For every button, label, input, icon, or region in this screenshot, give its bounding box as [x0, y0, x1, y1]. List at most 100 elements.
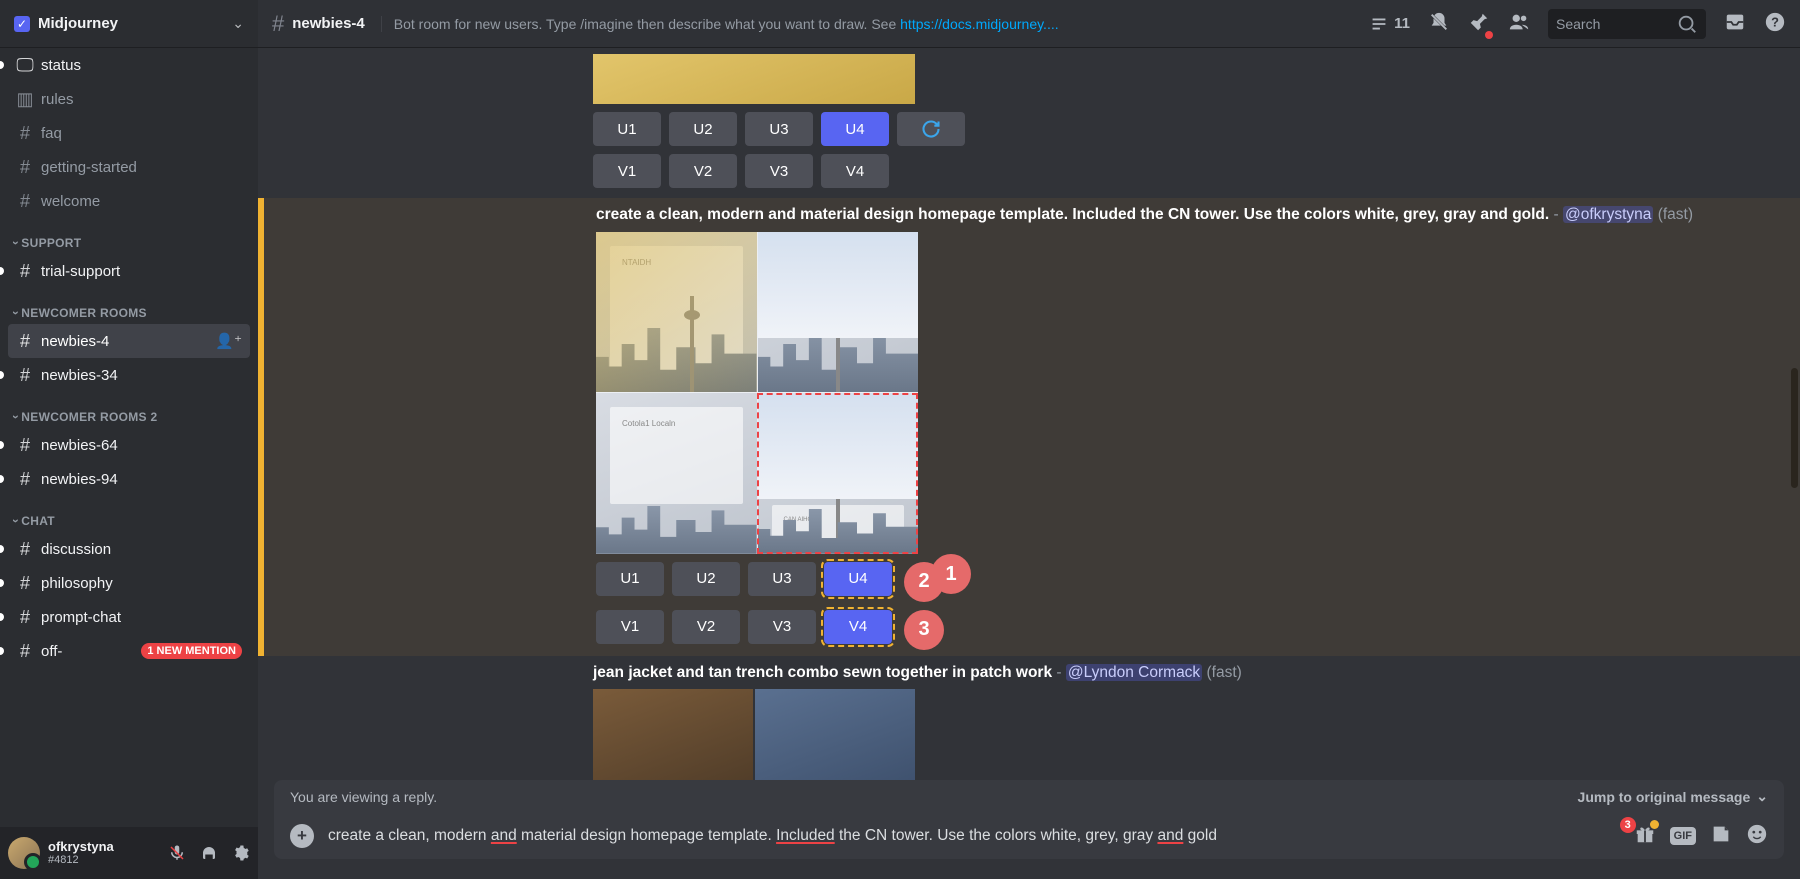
v3-button[interactable]: V3 — [745, 154, 813, 188]
pinned-messages-icon[interactable] — [1468, 11, 1490, 37]
user-meta[interactable]: ofkrystyna #4812 — [48, 840, 160, 866]
u2-button[interactable]: U2 — [672, 562, 740, 596]
avatar[interactable] — [8, 837, 40, 869]
v1-button[interactable]: V1 — [593, 154, 661, 188]
hash-icon: # — [16, 365, 34, 386]
u3-button[interactable]: U3 — [745, 112, 813, 146]
threads-button[interactable]: 11 — [1368, 13, 1410, 35]
hash-icon: # — [272, 11, 284, 37]
server-name: Midjourney — [38, 15, 232, 32]
hash-icon: # — [16, 331, 34, 352]
annotation-3: 3 — [904, 610, 944, 650]
generated-image-grid[interactable] — [593, 689, 915, 780]
docs-link[interactable]: https://docs.midjourney.... — [900, 16, 1058, 32]
message-mention: create a clean, modern and material desi… — [258, 198, 1800, 656]
u2-button[interactable]: U2 — [669, 112, 737, 146]
emoji-icon[interactable] — [1746, 823, 1768, 849]
channel-philosophy[interactable]: #philosophy — [8, 566, 250, 600]
members-icon[interactable] — [1508, 11, 1530, 37]
v1-button[interactable]: V1 — [596, 610, 664, 644]
channel-newbies-34[interactable]: #newbies-34 — [8, 358, 250, 392]
jump-to-original[interactable]: Jump to original message ⌄ — [1578, 788, 1768, 805]
channel-getting-started[interactable]: #getting-started — [8, 150, 250, 184]
channel-trial-support[interactable]: #trial-support — [8, 254, 250, 288]
hash-icon: # — [16, 607, 34, 628]
hash-icon: # — [16, 157, 34, 178]
hash-icon: # — [16, 573, 34, 594]
category-newcomer-rooms-2[interactable]: NEWCOMER ROOMS 2 — [8, 392, 250, 428]
v2-button[interactable]: V2 — [669, 154, 737, 188]
message: jean jacket and tan trench combo sewn to… — [258, 656, 1800, 780]
hash-icon: # — [16, 641, 34, 662]
reroll-button[interactable] — [897, 112, 965, 146]
user-panel: ofkrystyna #4812 — [0, 827, 258, 879]
message-input[interactable]: create a clean, modern and material desi… — [328, 827, 1620, 845]
v3-button[interactable]: V3 — [748, 610, 816, 644]
notifications-muted-icon[interactable] — [1428, 11, 1450, 37]
v4-button[interactable]: V4 — [821, 154, 889, 188]
add-attachment-button[interactable]: + — [290, 824, 314, 848]
hash-icon: # — [16, 191, 34, 212]
u1-button[interactable]: U1 — [596, 562, 664, 596]
channel-prompt-chat[interactable]: #prompt-chat — [8, 600, 250, 634]
channel-status[interactable]: 🖵status — [8, 48, 250, 82]
chevron-down-icon: ⌄ — [232, 15, 244, 32]
u4-button[interactable]: U4 — [824, 562, 892, 596]
category-chat[interactable]: CHAT — [8, 496, 250, 532]
channel-list: 🖵status ▥rules #faq #getting-started #we… — [0, 48, 258, 827]
mention-user[interactable]: @ofkrystyna — [1563, 206, 1653, 223]
annotation-2: 2 — [904, 562, 944, 602]
channel-welcome[interactable]: #welcome — [8, 184, 250, 218]
mute-icon[interactable] — [168, 844, 186, 862]
help-icon[interactable]: ? — [1764, 11, 1786, 37]
hash-icon: # — [16, 435, 34, 456]
headphones-icon[interactable] — [200, 844, 218, 862]
hash-icon: # — [16, 469, 34, 490]
u4-button[interactable]: U4 — [821, 112, 889, 146]
channel-sidebar: ✓ Midjourney ⌄ 🖵status ▥rules #faq #gett… — [0, 0, 258, 879]
generated-image[interactable] — [593, 54, 915, 104]
channel-newbies-64[interactable]: #newbies-64 — [8, 428, 250, 462]
generated-image-grid[interactable]: NTAIDH Cotola1 Localn CAN AIHOND — [596, 232, 918, 554]
username: ofkrystyna — [48, 840, 160, 854]
server-header[interactable]: ✓ Midjourney ⌄ — [0, 0, 258, 48]
search-input[interactable]: Search — [1548, 9, 1706, 39]
gif-button[interactable]: GIF — [1670, 827, 1696, 845]
topbar: # newbies-4 Bot room for new users. Type… — [258, 0, 1800, 48]
channel-off[interactable]: #off-1 NEW MENTION — [8, 634, 250, 668]
channel-discussion[interactable]: #discussion — [8, 532, 250, 566]
sticker-icon[interactable] — [1710, 823, 1732, 849]
hash-icon: # — [16, 539, 34, 560]
channel-topic[interactable]: Bot room for new users. Type /imagine th… — [381, 16, 1360, 32]
reply-text: You are viewing a reply. — [290, 789, 437, 805]
server-verified-icon: ✓ — [14, 16, 30, 32]
category-support[interactable]: SUPPORT — [8, 218, 250, 254]
book-icon: ▥ — [16, 89, 34, 110]
channel-newbies-4[interactable]: #newbies-4👤⁺ — [8, 324, 250, 358]
message: U1 U2 U3 U4 V1 V2 V3 V4 — [258, 48, 1800, 198]
add-user-icon[interactable]: 👤⁺ — [215, 332, 242, 350]
message-composer: + create a clean, modern and material de… — [274, 813, 1784, 859]
mention-badge: 1 NEW MENTION — [141, 643, 242, 659]
channel-rules[interactable]: ▥rules — [8, 82, 250, 116]
hash-icon: # — [16, 261, 34, 282]
inbox-icon[interactable] — [1724, 11, 1746, 37]
u3-button[interactable]: U3 — [748, 562, 816, 596]
svg-text:?: ? — [1771, 14, 1779, 29]
mention-user[interactable]: @Lyndon Cormack — [1066, 664, 1202, 681]
message-scroller[interactable]: U1 U2 U3 U4 V1 V2 V3 V4 — [258, 48, 1800, 780]
user-tag: #4812 — [48, 854, 160, 866]
u1-button[interactable]: U1 — [593, 112, 661, 146]
v2-button[interactable]: V2 — [672, 610, 740, 644]
gift-icon[interactable]: 3 — [1634, 823, 1656, 849]
category-newcomer-rooms[interactable]: NEWCOMER ROOMS — [8, 288, 250, 324]
chevron-down-icon: ⌄ — [1756, 788, 1768, 805]
channel-name: newbies-4 — [292, 15, 365, 32]
gear-icon[interactable] — [232, 844, 250, 862]
message-prompt: create a clean, modern and material desi… — [596, 204, 1784, 226]
channel-newbies-94[interactable]: #newbies-94 — [8, 462, 250, 496]
v4-button[interactable]: V4 — [824, 610, 892, 644]
channel-faq[interactable]: #faq — [8, 116, 250, 150]
tv-icon: 🖵 — [16, 55, 34, 76]
hash-icon: # — [16, 123, 34, 144]
